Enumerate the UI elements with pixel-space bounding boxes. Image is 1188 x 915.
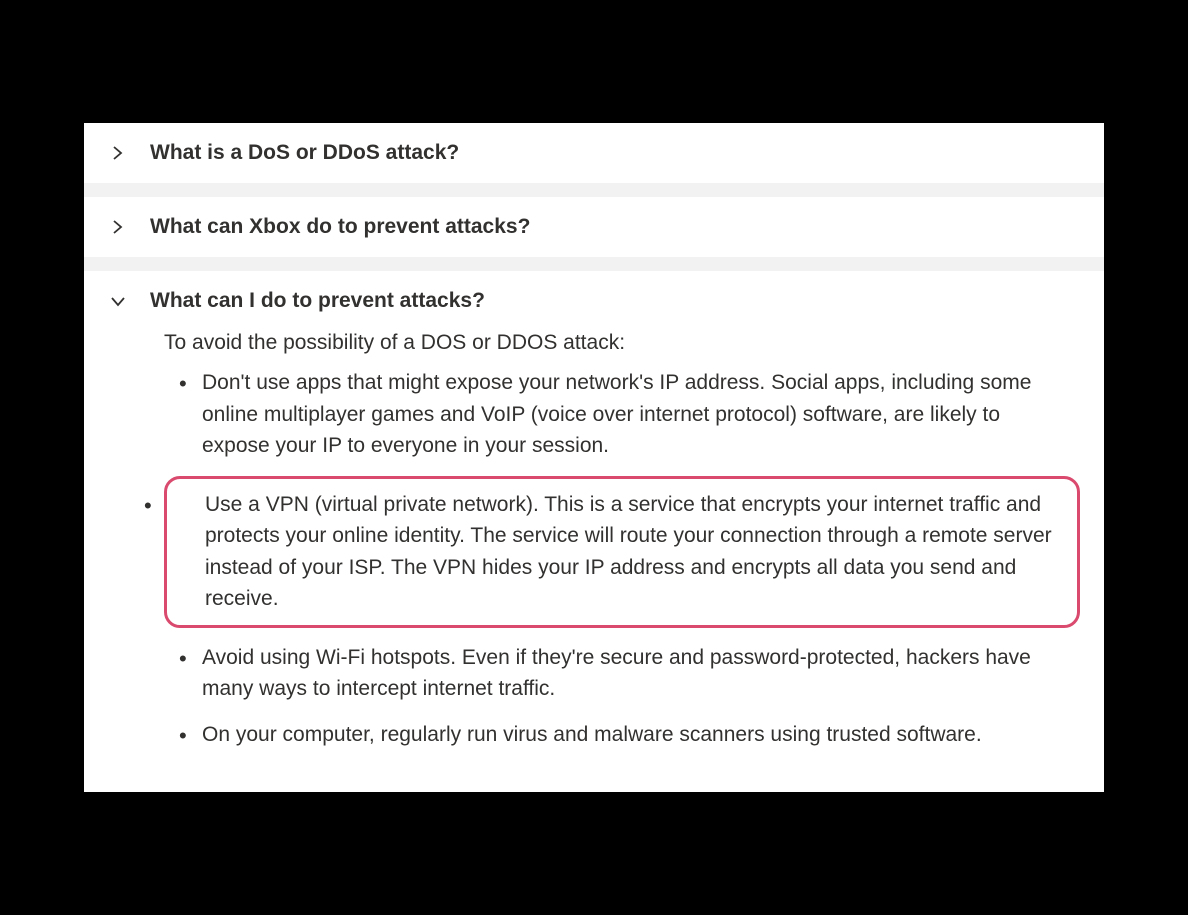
- chevron-down-icon: [108, 291, 128, 311]
- list-item-highlighted: Use a VPN (virtual private network). Thi…: [164, 476, 1080, 628]
- accordion-title: What can Xbox do to prevent attacks?: [150, 215, 530, 239]
- accordion-title: What is a DoS or DDoS attack?: [150, 141, 459, 165]
- accordion-container: What is a DoS or DDoS attack? What can X…: [84, 123, 1104, 792]
- accordion-title: What can I do to prevent attacks?: [150, 289, 485, 313]
- accordion-header-dos-ddos[interactable]: What is a DoS or DDoS attack?: [84, 123, 1104, 183]
- chevron-right-icon: [108, 143, 128, 163]
- accordion-item-dos-ddos: What is a DoS or DDoS attack?: [84, 123, 1104, 183]
- list-item: Don't use apps that might expose your ne…: [202, 367, 1080, 462]
- accordion-header-xbox-prevent[interactable]: What can Xbox do to prevent attacks?: [84, 197, 1104, 257]
- accordion-body: To avoid the possibility of a DOS or DDO…: [84, 331, 1104, 792]
- intro-text: To avoid the possibility of a DOS or DDO…: [164, 331, 1080, 355]
- accordion-item-xbox-prevent: What can Xbox do to prevent attacks?: [84, 197, 1104, 257]
- chevron-right-icon: [108, 217, 128, 237]
- bullet-list: Don't use apps that might expose your ne…: [164, 367, 1080, 750]
- accordion-header-user-prevent[interactable]: What can I do to prevent attacks?: [84, 271, 1104, 331]
- list-item: On your computer, regularly run virus an…: [202, 719, 1080, 751]
- accordion-item-user-prevent: What can I do to prevent attacks? To avo…: [84, 271, 1104, 792]
- list-item: Avoid using Wi-Fi hotspots. Even if they…: [202, 642, 1080, 705]
